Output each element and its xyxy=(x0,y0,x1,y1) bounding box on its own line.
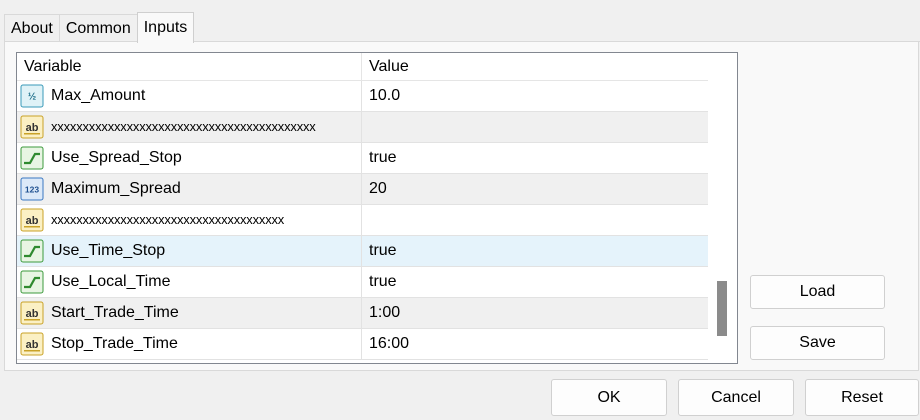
svg-text:ab: ab xyxy=(26,308,39,320)
svg-text:ab: ab xyxy=(26,122,39,134)
variable-cell[interactable]: ab Stop_Trade_Time xyxy=(17,329,362,359)
bool-toggle-icon xyxy=(20,270,44,294)
vertical-scrollbar[interactable] xyxy=(708,53,737,363)
variable-cell[interactable]: ab xxxxxxxxxxxxxxxxxxxxxxxxxxxxxxxxxxxxx xyxy=(17,205,362,235)
svg-text:ab: ab xyxy=(26,215,39,227)
text-ab-icon: ab xyxy=(20,115,44,139)
value-cell[interactable]: true xyxy=(362,267,708,297)
value-cell[interactable]: 1:00 xyxy=(362,298,708,328)
scrollbar-thumb[interactable] xyxy=(717,281,727,336)
variable-name: Use_Time_Stop xyxy=(51,242,166,259)
table-row[interactable]: Use_Spread_Stop true xyxy=(17,143,708,174)
bool-toggle-icon xyxy=(20,146,44,170)
column-header-variable[interactable]: Variable xyxy=(17,53,362,80)
value-cell[interactable]: true xyxy=(362,236,708,266)
variable-name: Maximum_Spread xyxy=(51,180,181,197)
variable-cell[interactable]: ½ Max_Amount xyxy=(17,81,362,111)
value-cell[interactable] xyxy=(362,205,708,235)
variable-name: Start_Trade_Time xyxy=(51,304,179,321)
variable-cell[interactable]: 123 Maximum_Spread xyxy=(17,174,362,204)
inputs-grid: Variable Value ½ Max_Amount 10.0 ab xxxxxxxx… xyxy=(16,52,738,364)
table-row[interactable]: ½ Max_Amount 10.0 xyxy=(17,81,708,112)
table-row[interactable]: ab xxxxxxxxxxxxxxxxxxxxxxxxxxxxxxxxxxxxxx… xyxy=(17,112,708,143)
text-ab-icon: ab xyxy=(20,301,44,325)
table-row[interactable]: 123 Maximum_Spread 20 xyxy=(17,174,708,205)
value-cell[interactable]: true xyxy=(362,143,708,173)
reset-button[interactable]: Reset xyxy=(805,379,919,416)
tab-strip: About Common Inputs xyxy=(4,12,195,43)
tab-about[interactable]: About xyxy=(4,14,60,42)
variable-name: Stop_Trade_Time xyxy=(51,335,178,352)
svg-text:123: 123 xyxy=(25,185,39,195)
variable-cell[interactable]: Use_Time_Stop xyxy=(17,236,362,266)
tab-inputs[interactable]: Inputs xyxy=(136,12,195,43)
variable-cell[interactable]: ab Start_Trade_Time xyxy=(17,298,362,328)
variable-cell[interactable]: ab xxxxxxxxxxxxxxxxxxxxxxxxxxxxxxxxxxxxxx… xyxy=(17,112,362,142)
value-cell[interactable] xyxy=(362,112,708,142)
table-row[interactable]: Use_Time_Stop true xyxy=(17,236,708,267)
cancel-button[interactable]: Cancel xyxy=(678,379,794,416)
value-cell[interactable]: 10.0 xyxy=(362,81,708,111)
value-cell[interactable]: 16:00 xyxy=(362,329,708,359)
bool-toggle-icon xyxy=(20,239,44,263)
table-row[interactable]: ab Start_Trade_Time 1:00 xyxy=(17,298,708,329)
variable-name: xxxxxxxxxxxxxxxxxxxxxxxxxxxxxxxxxxxxx xyxy=(51,212,285,227)
load-button[interactable]: Load xyxy=(750,275,885,309)
svg-text:½: ½ xyxy=(28,92,36,103)
text-ab-icon: ab xyxy=(20,332,44,356)
svg-text:ab: ab xyxy=(26,339,39,351)
variable-name: Max_Amount xyxy=(51,87,146,104)
variable-name: Use_Spread_Stop xyxy=(51,149,182,166)
ok-button[interactable]: OK xyxy=(551,379,667,416)
value-cell[interactable]: 20 xyxy=(362,174,708,204)
variable-name: xxxxxxxxxxxxxxxxxxxxxxxxxxxxxxxxxxxxxxxx… xyxy=(51,119,316,134)
grid-header: Variable Value xyxy=(17,53,708,81)
variable-cell[interactable]: Use_Local_Time xyxy=(17,267,362,297)
variable-cell[interactable]: Use_Spread_Stop xyxy=(17,143,362,173)
table-row[interactable]: Use_Local_Time true xyxy=(17,267,708,298)
integer-123-icon: 123 xyxy=(20,177,44,201)
column-header-value[interactable]: Value xyxy=(362,53,708,80)
fraction-icon: ½ xyxy=(20,84,44,108)
variable-name: Use_Local_Time xyxy=(51,273,171,290)
save-button[interactable]: Save xyxy=(750,326,885,360)
tab-common[interactable]: Common xyxy=(58,14,138,42)
table-row[interactable]: ab Stop_Trade_Time 16:00 xyxy=(17,329,708,360)
text-ab-icon: ab xyxy=(20,208,44,232)
table-row[interactable]: ab xxxxxxxxxxxxxxxxxxxxxxxxxxxxxxxxxxxxx xyxy=(17,205,708,236)
